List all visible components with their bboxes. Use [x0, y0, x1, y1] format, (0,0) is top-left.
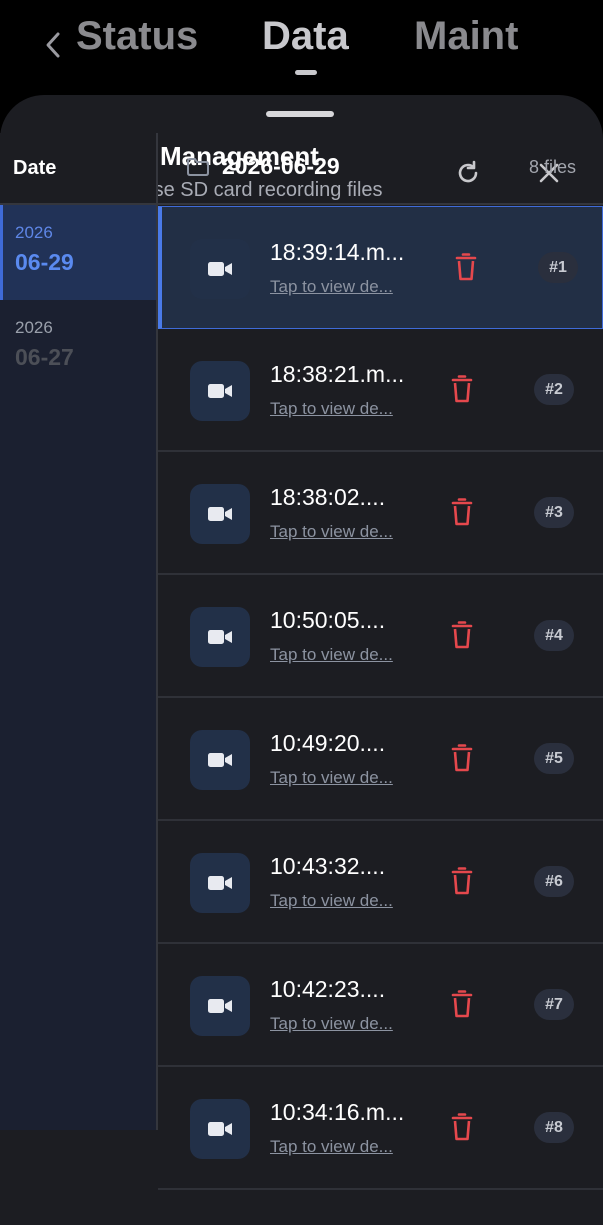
- file-row[interactable]: 10:50:05.... Tap to view de... #4: [158, 575, 603, 698]
- tab-data[interactable]: Data: [262, 14, 349, 59]
- file-thumbnail: [190, 976, 250, 1036]
- file-index-badge: #8: [534, 1112, 574, 1143]
- top-tab-bar: Status Data Maint: [0, 0, 603, 96]
- date-item-06-29[interactable]: 2026 06-29: [0, 205, 157, 300]
- file-count: 8 files: [528, 157, 576, 177]
- file-thumbnail: [190, 730, 250, 790]
- view-details-link[interactable]: Tap to view de...: [270, 522, 393, 542]
- file-name: 18:38:21.m...: [270, 361, 405, 387]
- video-camera-icon: [208, 999, 232, 1013]
- file-row[interactable]: 18:38:21.m... Tap to view de... #2: [158, 329, 603, 452]
- delete-button[interactable]: [450, 989, 474, 1019]
- active-tab-indicator: [295, 70, 317, 75]
- delete-button[interactable]: [450, 743, 474, 773]
- file-name: 10:42:23....: [270, 976, 386, 1002]
- file-thumbnail: [190, 1099, 250, 1159]
- tab-maint[interactable]: Maint: [414, 14, 518, 59]
- file-name: 10:43:32....: [270, 853, 386, 879]
- trash-icon: [451, 867, 473, 895]
- file-thumbnail: [190, 853, 250, 913]
- file-index-badge: #7: [534, 989, 574, 1020]
- trash-icon: [455, 253, 477, 281]
- view-details-link[interactable]: Tap to view de...: [270, 1137, 393, 1157]
- video-camera-icon: [208, 507, 232, 521]
- file-name: 10:49:20....: [270, 730, 386, 756]
- file-thumbnail: [190, 484, 250, 544]
- file-index-badge: #6: [534, 866, 574, 897]
- video-camera-icon: [208, 630, 232, 644]
- file-name: 18:39:14.m...: [270, 239, 405, 265]
- file-row[interactable]: 10:49:20.... Tap to view de... #5: [158, 698, 603, 821]
- date-day: 06-29: [15, 249, 74, 275]
- view-details-link[interactable]: Tap to view de...: [270, 399, 393, 419]
- video-camera-icon: [208, 384, 232, 398]
- file-name: 18:38:02....: [270, 484, 386, 510]
- trash-icon: [451, 990, 473, 1018]
- trash-icon: [451, 375, 473, 403]
- file-row[interactable]: 18:39:14.m... Tap to view de... #1: [158, 206, 603, 329]
- date-year: 2026: [15, 318, 53, 337]
- folder-name: 2026-06-29: [222, 153, 340, 179]
- file-row[interactable]: 10:34:16.m... Tap to view de... #8: [158, 1067, 603, 1190]
- file-name: 10:34:16.m...: [270, 1099, 405, 1125]
- file-list: 18:39:14.m... Tap to view de... #1 18:38:21…: [158, 206, 603, 1190]
- sheet-grabber[interactable]: [266, 111, 334, 117]
- folder-icon: [187, 158, 209, 176]
- trash-icon: [451, 498, 473, 526]
- delete-button[interactable]: [450, 866, 474, 896]
- delete-button[interactable]: [450, 374, 474, 404]
- file-index-badge: #1: [538, 252, 578, 283]
- view-details-link[interactable]: Tap to view de...: [270, 277, 393, 297]
- chevron-left-icon[interactable]: [42, 30, 64, 60]
- file-row[interactable]: 18:38:02.... Tap to view de... #3: [158, 452, 603, 575]
- delete-button[interactable]: [450, 620, 474, 650]
- file-thumbnail: [190, 239, 250, 299]
- view-details-link[interactable]: Tap to view de...: [270, 768, 393, 788]
- sidebar-header: Date: [0, 133, 157, 205]
- file-index-badge: #2: [534, 374, 574, 405]
- video-camera-icon: [208, 1122, 232, 1136]
- trash-icon: [451, 1113, 473, 1141]
- date-year: 2026: [15, 223, 53, 242]
- file-index-badge: #3: [534, 497, 574, 528]
- view-details-link[interactable]: Tap to view de...: [270, 645, 393, 665]
- trash-icon: [451, 621, 473, 649]
- date-item-06-27[interactable]: 2026 06-27: [0, 300, 157, 395]
- delete-button[interactable]: [450, 1112, 474, 1142]
- file-row[interactable]: 10:42:23.... Tap to view de... #7: [158, 944, 603, 1067]
- tab-status[interactable]: Status: [76, 14, 198, 59]
- date-day: 06-27: [15, 344, 74, 370]
- file-index-badge: #5: [534, 743, 574, 774]
- trash-icon: [451, 744, 473, 772]
- file-index-badge: #4: [534, 620, 574, 651]
- delete-button[interactable]: [454, 252, 478, 282]
- video-camera-icon: [208, 262, 232, 276]
- file-thumbnail: [190, 607, 250, 667]
- date-sidebar: Date 2026 06-29 2026 06-27: [0, 133, 157, 1130]
- video-camera-icon: [208, 876, 232, 890]
- view-details-link[interactable]: Tap to view de...: [270, 891, 393, 911]
- file-thumbnail: [190, 361, 250, 421]
- file-row[interactable]: 10:43:32.... Tap to view de... #6: [158, 821, 603, 944]
- video-camera-icon: [208, 753, 232, 767]
- folder-row: 2026-06-29 8 files: [158, 133, 603, 205]
- file-name: 10:50:05....: [270, 607, 386, 633]
- view-details-link[interactable]: Tap to view de...: [270, 1014, 393, 1034]
- delete-button[interactable]: [450, 497, 474, 527]
